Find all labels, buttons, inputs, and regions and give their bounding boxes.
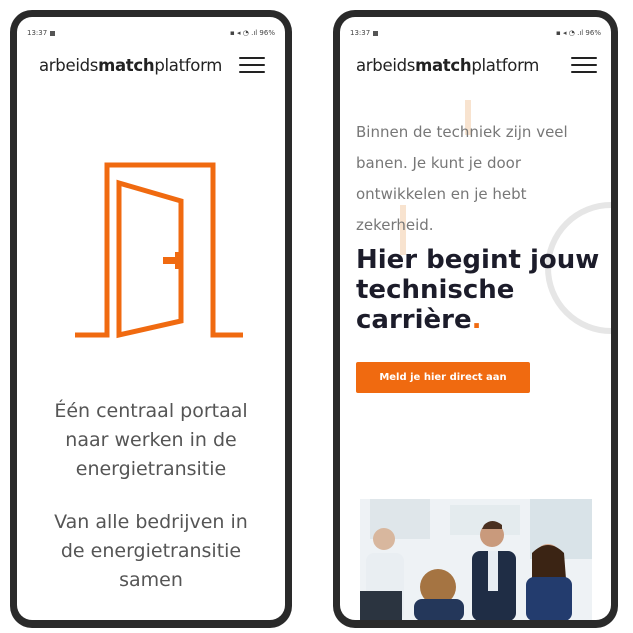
phone-right: 13:37 ▪ ◂ ◔ .ıl 96% arbeidsmatchplatform…	[333, 10, 618, 628]
portal-line-6: samen	[119, 569, 183, 591]
menu-icon[interactable]	[571, 57, 597, 73]
status-time-wrap: 13:37	[350, 29, 379, 37]
portal-text-1: Één centraal portaal naar werken in de e…	[17, 397, 285, 484]
menu-icon-bar	[571, 64, 597, 66]
site-logo[interactable]: arbeidsmatchplatform	[39, 56, 222, 75]
intro-line-2: banen. Je kunt je door	[356, 154, 522, 172]
phone-left-screen: 13:37 ▪ ◂ ◔ .ıl 96% arbeidsmatchplatform…	[17, 17, 285, 620]
status-time: 13:37	[350, 29, 371, 37]
title-line-1: Hier begint jouw	[356, 245, 600, 275]
menu-icon-bar	[239, 71, 265, 73]
status-bar: 13:37 ▪ ◂ ◔ .ıl 96%	[350, 27, 601, 39]
phone-right-screen: 13:37 ▪ ◂ ◔ .ıl 96% arbeidsmatchplatform…	[340, 17, 611, 620]
portal-text-2: Van alle bedrijven in de energietransiti…	[17, 508, 285, 595]
menu-icon-bar	[239, 64, 265, 66]
phone-left: 13:37 ▪ ◂ ◔ .ıl 96% arbeidsmatchplatform…	[10, 10, 292, 628]
menu-icon-bar	[239, 57, 265, 59]
logo-part-match: match	[415, 55, 472, 75]
portal-line-1: Één centraal portaal	[54, 400, 248, 422]
logo-part-platform: platform	[471, 55, 540, 75]
menu-icon[interactable]	[239, 57, 265, 73]
title-line-2: technische	[356, 275, 515, 305]
logo-part-arbeids: arbeids	[39, 55, 99, 75]
logo-part-arbeids: arbeids	[356, 55, 416, 75]
door-illustration	[75, 162, 243, 339]
intro-line-3: ontwikkelen en je hebt	[356, 185, 527, 203]
status-indicators: ▪ ◂ ◔ .ıl 96%	[230, 29, 275, 37]
title-line-3-wrap: carrière.	[356, 305, 603, 335]
intro-text: Binnen de techniek zijn veel banen. Je k…	[356, 117, 601, 241]
logo-part-match: match	[98, 55, 155, 75]
notification-icon	[373, 30, 379, 36]
portal-line-3: energietransitie	[75, 458, 227, 480]
title-line-3: carrière	[356, 305, 472, 335]
notification-icon	[50, 30, 56, 36]
title-accent-dot: .	[471, 305, 482, 335]
status-indicators: ▪ ◂ ◔ .ıl 96%	[556, 29, 601, 37]
intro-line-1: Binnen de techniek zijn veel	[356, 123, 568, 141]
menu-icon-bar	[571, 57, 597, 59]
page-title: Hier begint jouw technische carrière.	[356, 245, 603, 335]
logo-part-platform: platform	[154, 55, 223, 75]
register-button[interactable]: Meld je hier direct aan	[356, 362, 530, 393]
site-header: arbeidsmatchplatform	[340, 50, 611, 80]
site-logo[interactable]: arbeidsmatchplatform	[356, 56, 539, 75]
portal-line-5: de energietransitie	[60, 540, 242, 562]
site-header: arbeidsmatchplatform	[17, 50, 285, 80]
status-time: 13:37	[27, 29, 48, 37]
status-time-wrap: 13:37	[27, 29, 56, 37]
intro-line-4: zekerheid.	[356, 216, 434, 234]
portal-line-4: Van alle bedrijven in	[54, 511, 248, 533]
status-bar: 13:37 ▪ ◂ ◔ .ıl 96%	[27, 27, 275, 39]
office-team-photo	[360, 499, 592, 620]
portal-line-2: naar werken in de	[65, 429, 237, 451]
menu-icon-bar	[571, 71, 597, 73]
